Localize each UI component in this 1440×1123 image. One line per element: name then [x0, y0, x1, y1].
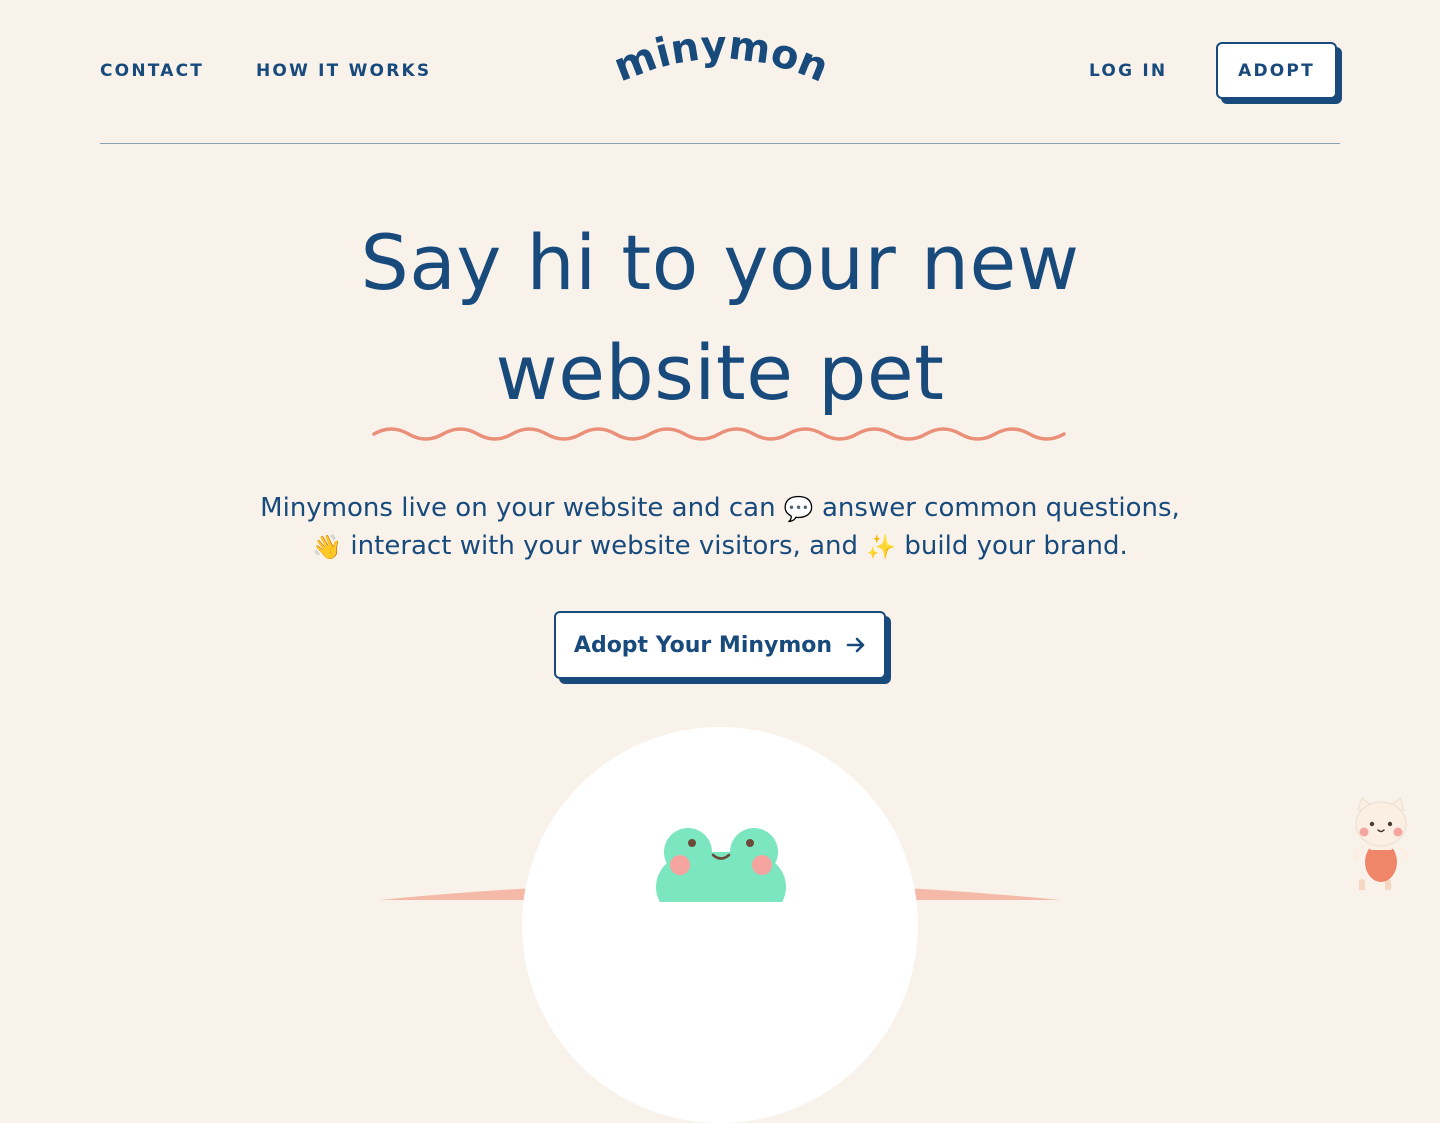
- arrow-right-icon: [846, 637, 865, 653]
- nav-divider: [100, 143, 1340, 144]
- cta-label: Adopt Your Minymon: [573, 632, 833, 658]
- adopt-your-minymon-button[interactable]: Adopt Your Minymon: [554, 611, 886, 679]
- nav-login-link[interactable]: LOG IN: [1089, 61, 1167, 81]
- cat-mascot-icon[interactable]: [1350, 796, 1412, 890]
- subtitle-text-b: answer common questions,: [822, 493, 1180, 523]
- hero-subtitle-line-2: 👋 interact with your website visitors, a…: [0, 528, 1440, 566]
- nav-how-it-works-link[interactable]: HOW IT WORKS: [256, 61, 431, 81]
- frog-mascot-icon[interactable]: [652, 822, 790, 902]
- nav-contact-link[interactable]: CONTACT: [100, 61, 204, 81]
- minymon-logo[interactable]: minymon: [610, 34, 830, 96]
- hero-headline-line-1: Say hi to your new: [360, 218, 1080, 307]
- adopt-button[interactable]: ADOPT: [1216, 42, 1337, 99]
- hero-headline-line-2: website pet: [495, 328, 945, 417]
- logo-text: minymon: [610, 34, 830, 92]
- hero-subtitle: Minymons live on your website and can 💬 …: [0, 490, 1440, 566]
- pet-stage-circle: [522, 727, 918, 1123]
- speech-bubble-icon: 💬: [783, 495, 814, 523]
- waving-hand-icon: 👋: [312, 533, 343, 561]
- hero-subtitle-line-1: Minymons live on your website and can 💬 …: [0, 490, 1440, 528]
- hero-headline: Say hi to your new website pet: [0, 208, 1440, 428]
- subtitle-text-a: Minymons live on your website and can: [260, 493, 776, 523]
- sparkles-icon: ✨: [866, 533, 897, 561]
- subtitle-text-c: interact with your website visitors, and: [350, 531, 858, 561]
- wavy-underline: [372, 427, 1066, 441]
- subtitle-text-d: build your brand.: [904, 531, 1128, 561]
